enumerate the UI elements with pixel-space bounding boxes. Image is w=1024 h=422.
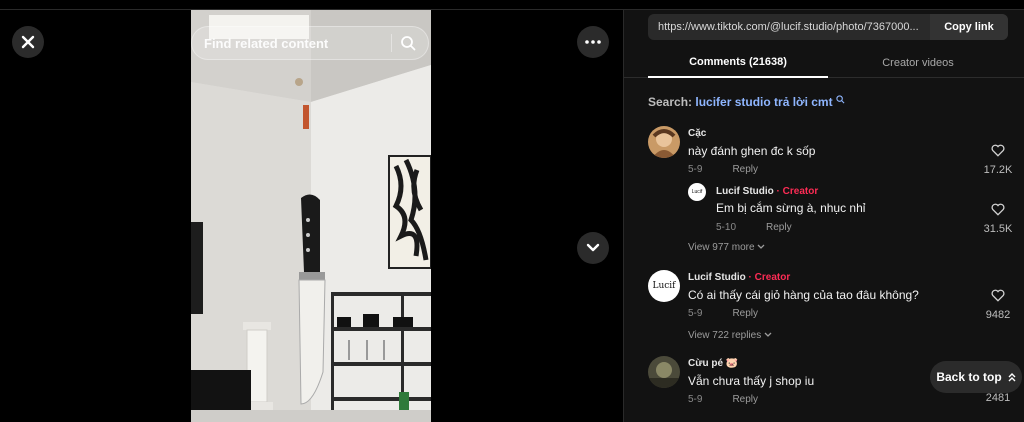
comment-author[interactable]: Cừu pé 🐷	[688, 358, 738, 369]
like-count: 9482	[985, 309, 1011, 321]
search-icon[interactable]	[400, 35, 416, 51]
comment-meta: 5-10 Reply	[716, 222, 792, 233]
find-related-search[interactable]	[191, 26, 429, 60]
comment-meta: 5-9 Reply	[688, 308, 758, 319]
comment-author[interactable]: Cặc	[688, 128, 706, 139]
like-button[interactable]: 9482	[978, 289, 1018, 321]
post-photo[interactable]	[191, 10, 431, 422]
search-divider	[391, 34, 392, 52]
photo-viewer	[0, 10, 623, 422]
avatar-logo-text: Lucif	[691, 189, 703, 195]
like-count: 17.2K	[983, 164, 1013, 176]
like-count: 2481	[985, 392, 1011, 404]
comment-meta: 5-9 Reply	[688, 164, 758, 175]
reply-button[interactable]: Reply	[732, 308, 758, 319]
comment-date: 5-9	[688, 308, 703, 319]
share-link-row: https://www.tiktok.com/@lucif.studio/pho…	[648, 14, 1008, 40]
creator-tag: Creator	[782, 186, 819, 197]
search-suggestion[interactable]: Search: lucifer studio trả lời cmt	[648, 95, 845, 109]
search-query[interactable]: lucifer studio trả lời cmt	[695, 95, 832, 109]
like-count: 31.5K	[983, 223, 1013, 235]
search-icon	[836, 95, 845, 104]
comment-meta: 5-9 Reply	[688, 394, 758, 405]
close-icon	[21, 35, 35, 49]
top-divider	[0, 0, 1024, 10]
tab-creator-videos[interactable]: Creator videos	[828, 48, 1008, 78]
next-post-button[interactable]	[577, 232, 609, 264]
comment-author[interactable]: Lucif Studio · Creator	[688, 272, 790, 283]
avatar[interactable]	[648, 126, 680, 158]
creator-sep: ·	[745, 272, 755, 283]
comment-date: 5-9	[688, 164, 703, 175]
double-chevron-up-icon	[1008, 373, 1016, 382]
find-related-input[interactable]	[204, 35, 383, 51]
chevron-down-icon	[586, 243, 600, 252]
reply-button[interactable]: Reply	[732, 394, 758, 405]
heart-icon	[991, 203, 1005, 216]
creator-sep: ·	[773, 186, 783, 197]
view-more-replies[interactable]: View 977 more	[688, 242, 765, 253]
heart-icon	[991, 144, 1005, 157]
comment-author[interactable]: Lucif Studio · Creator	[716, 186, 818, 197]
search-prefix: Search:	[648, 95, 693, 109]
room-photo-illustration	[191, 10, 431, 422]
comment-text: Em bị cắm sừng à, nhục nhỉ	[716, 201, 866, 215]
reply-button[interactable]: Reply	[732, 164, 758, 175]
avatar[interactable]: Lucif	[648, 270, 680, 302]
comment-text: này đánh ghen đc k sốp	[688, 144, 816, 158]
back-to-top-button[interactable]: Back to top	[930, 361, 1022, 393]
comment-date: 5-9	[688, 394, 703, 405]
heart-icon	[991, 289, 1005, 302]
creator-tag: Creator	[754, 272, 791, 283]
chevron-down-icon	[764, 332, 772, 337]
avatar-logo-text: Lucif	[652, 281, 676, 291]
comment-date: 5-10	[716, 222, 737, 233]
more-icon	[585, 40, 601, 44]
chevron-down-icon	[757, 244, 765, 249]
avatar[interactable]	[648, 356, 680, 388]
like-button[interactable]: 17.2K	[978, 144, 1018, 176]
panel-tabs: Comments (21638) Creator videos	[624, 48, 1024, 78]
comment-text: Vẫn chưa thấy j shop iu	[688, 374, 815, 388]
reply-button[interactable]: Reply	[766, 222, 792, 233]
copy-link-button[interactable]: Copy link	[930, 14, 1008, 40]
close-button[interactable]	[12, 26, 44, 58]
back-to-top-label: Back to top	[936, 370, 1002, 384]
avatar[interactable]: Lucif	[688, 183, 706, 201]
like-button[interactable]: 31.5K	[978, 203, 1018, 235]
comment-text: Có ai thấy cái giỏ hàng của tao đâu khôn…	[688, 288, 919, 302]
post-url[interactable]: https://www.tiktok.com/@lucif.studio/pho…	[648, 21, 930, 33]
more-options-button[interactable]	[577, 26, 609, 58]
tab-comments[interactable]: Comments (21638)	[648, 48, 828, 78]
view-more-replies[interactable]: View 722 replies	[688, 330, 772, 341]
